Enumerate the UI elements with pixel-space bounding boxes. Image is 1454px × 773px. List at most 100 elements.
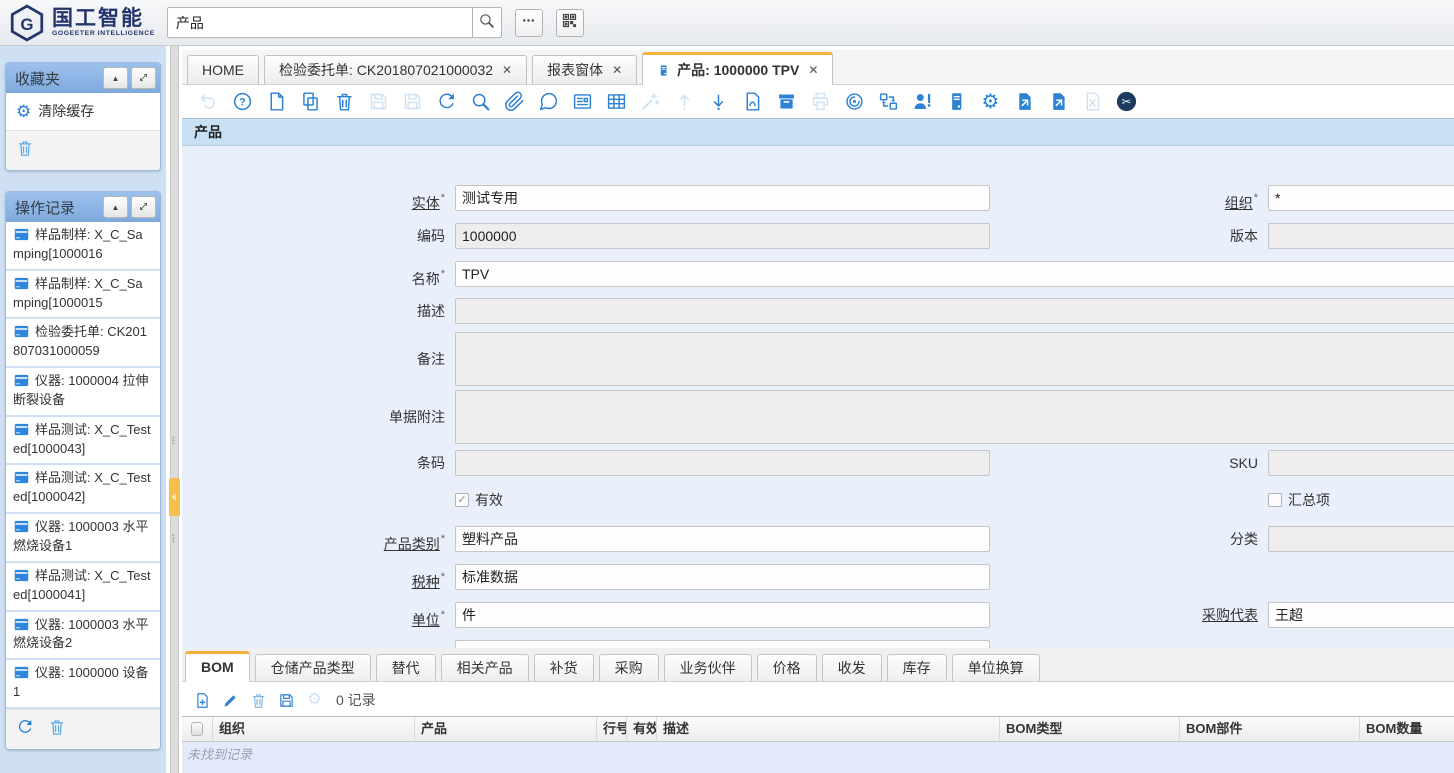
history-item[interactable]: 仪器: 1000004 拉伸断裂设备 — [6, 368, 160, 417]
history-item[interactable]: 仪器: 1000003 水平燃烧设备2 — [6, 612, 160, 661]
history-item[interactable]: 样品测试: X_C_Tested[1000042] — [6, 465, 160, 514]
field-entity-label[interactable]: 实体* — [182, 185, 445, 216]
field-tax-input[interactable] — [455, 564, 990, 590]
grid-icon — [606, 91, 627, 112]
toolbar-refresh-button[interactable] — [436, 91, 457, 112]
favorites-collapse-button[interactable]: ▲ — [103, 67, 128, 89]
toolbar-grid-button[interactable] — [606, 91, 627, 112]
detail-tab-2[interactable]: 替代 — [376, 654, 436, 681]
sidebar-splitter[interactable]: ••• ••• — [166, 46, 182, 773]
history-refresh-button[interactable] — [16, 718, 34, 741]
history-item[interactable]: 样品制样: X_C_Samping[1000015 — [6, 271, 160, 320]
clipped-field-input[interactable] — [455, 640, 990, 648]
search-button[interactable] — [472, 7, 502, 38]
card-icon — [13, 616, 30, 629]
toolbar-import-doc-button[interactable] — [1048, 91, 1069, 112]
field-purchase-rep-label[interactable]: 采购代表 — [1062, 602, 1258, 628]
close-icon[interactable]: ✕ — [808, 57, 818, 84]
column-header-7[interactable]: BOM数量 — [1360, 717, 1454, 741]
detail-tab-7[interactable]: 价格 — [757, 654, 817, 681]
field-org-input[interactable] — [1268, 185, 1454, 211]
history-item[interactable]: 检验委托单: CK201807031000059 — [6, 319, 160, 368]
toolbar-report-button[interactable] — [572, 91, 593, 112]
summary-checkbox[interactable]: 汇总项 — [1268, 492, 1330, 508]
detail-tab-6[interactable]: 业务伙伴 — [664, 654, 752, 681]
toolbar-help-button[interactable]: ? — [232, 91, 253, 112]
toolbar-archive-button[interactable] — [776, 91, 797, 112]
main-tab-3[interactable]: 产品: 1000000 TPV✕ — [642, 52, 833, 85]
toolbar-no-scissors-button[interactable]: ✂ — [1116, 91, 1137, 112]
detail-tab-9[interactable]: 库存 — [887, 654, 947, 681]
detail-edit-button[interactable] — [222, 692, 239, 709]
main-tab-0[interactable]: HOME — [187, 55, 259, 84]
history-item[interactable]: 仪器: 1000003 水平燃烧设备1 — [6, 514, 160, 563]
person-alert-icon — [912, 91, 933, 112]
toolbar-workflow-button[interactable] — [878, 91, 899, 112]
favorites-item-clear-cache[interactable]: ⚙ 清除缓存 — [6, 93, 160, 130]
toolbar-download-button[interactable] — [708, 91, 729, 112]
column-header-1[interactable]: 产品 — [415, 717, 597, 741]
toolbar-new-doc-button[interactable] — [266, 91, 287, 112]
qr-button[interactable] — [556, 9, 584, 37]
field-unit-input[interactable] — [455, 602, 990, 628]
field-purchase-rep-input[interactable] — [1268, 602, 1454, 628]
global-search-input[interactable] — [167, 7, 472, 38]
field-unit-label[interactable]: 单位* — [182, 602, 445, 633]
detail-trash-button[interactable] — [250, 692, 267, 709]
history-item[interactable]: 样品制样: X_C_Samping[1000016 — [6, 222, 160, 271]
field-category-label[interactable]: 产品类别* — [182, 526, 445, 557]
more-button[interactable] — [515, 9, 543, 37]
toolbar-comment-button[interactable] — [538, 91, 559, 112]
field-entity-input[interactable] — [455, 185, 990, 211]
column-header-5[interactable]: BOM类型 — [1000, 717, 1180, 741]
trash-icon — [334, 91, 355, 112]
field-category-input[interactable] — [455, 526, 990, 552]
history-trash-button[interactable] — [48, 718, 66, 741]
column-header-4[interactable]: 描述 — [657, 717, 1000, 741]
history-item[interactable]: 仪器: 1000000 设备1 — [6, 660, 160, 709]
detail-tab-3[interactable]: 相关产品 — [441, 654, 529, 681]
toolbar-device-button[interactable] — [946, 91, 967, 112]
detail-tab-4[interactable]: 补货 — [534, 654, 594, 681]
detail-tab-0[interactable]: BOM — [185, 651, 250, 682]
detail-save-disk-button[interactable] — [278, 692, 295, 709]
detail-toolbar: ⚙0 记录 — [194, 688, 376, 712]
save-icon — [368, 91, 389, 112]
column-header-6[interactable]: BOM部件 — [1180, 717, 1360, 741]
valid-checkbox[interactable]: ✓ 有效 — [455, 492, 503, 508]
toolbar-search-button[interactable] — [470, 91, 491, 112]
main-tab-1[interactable]: 检验委托单: CK201807021000032✕ — [264, 55, 527, 84]
field-org-label[interactable]: 组织* — [1062, 185, 1258, 216]
close-icon[interactable]: ✕ — [612, 57, 622, 84]
toolbar-trash-button[interactable] — [334, 91, 355, 112]
column-header-3[interactable]: 有效 — [627, 717, 657, 741]
column-header-2[interactable]: 行号 — [597, 717, 627, 741]
history-expand-button[interactable] — [131, 196, 156, 218]
close-icon[interactable]: ✕ — [502, 57, 512, 84]
detail-tab-8[interactable]: 收发 — [822, 654, 882, 681]
toolbar-target-button[interactable] — [844, 91, 865, 112]
toolbar-person-alert-button[interactable] — [912, 91, 933, 112]
favorites-expand-button[interactable] — [131, 67, 156, 89]
toolbar-export-doc-button[interactable] — [1014, 91, 1035, 112]
toolbar-attachment-button[interactable] — [504, 91, 525, 112]
detail-tab-5[interactable]: 采购 — [599, 654, 659, 681]
splitter-bar[interactable] — [170, 46, 179, 773]
field-name-input[interactable] — [455, 261, 1454, 287]
detail-add-record-button[interactable] — [194, 692, 211, 709]
main-tab-2[interactable]: 报表窗体✕ — [532, 55, 637, 84]
toolbar-gear-button[interactable]: ⚙ — [980, 91, 1001, 112]
toolbar-pdf-button[interactable] — [742, 91, 763, 112]
column-header-0[interactable]: 组织 — [213, 717, 415, 741]
splitter-collapse-handle[interactable] — [169, 478, 180, 516]
detail-tab-1[interactable]: 仓储产品类型 — [255, 654, 371, 681]
toolbar-copy-button[interactable] — [300, 91, 321, 112]
field-tax-label[interactable]: 税种* — [182, 564, 445, 595]
history-item[interactable]: 样品测试: X_C_Tested[1000043] — [6, 417, 160, 466]
select-all-checkbox[interactable] — [182, 717, 213, 741]
history-collapse-button[interactable]: ▲ — [103, 196, 128, 218]
print-icon — [810, 91, 831, 112]
favorites-trash-button[interactable] — [16, 139, 34, 162]
history-item[interactable]: 样品测试: X_C_Tested[1000041] — [6, 563, 160, 612]
detail-tab-10[interactable]: 单位换算 — [952, 654, 1040, 681]
